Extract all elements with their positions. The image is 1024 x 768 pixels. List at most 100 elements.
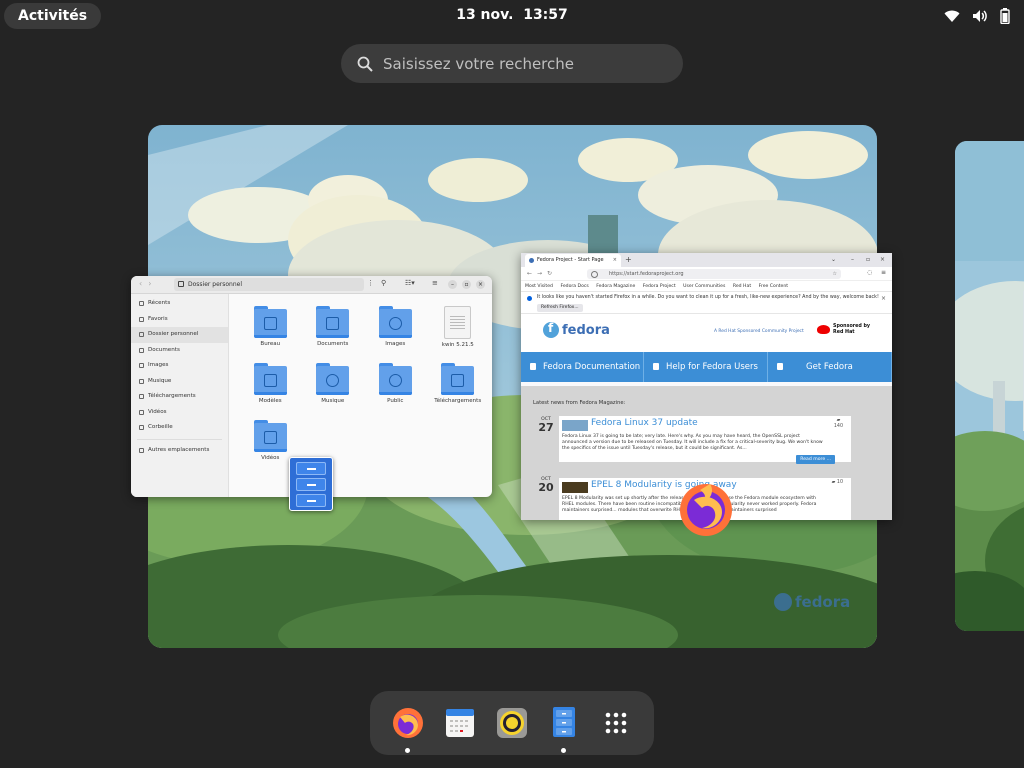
sidebar-item-documents[interactable]: Documents	[131, 343, 228, 359]
comment-icon: ▰	[836, 418, 841, 423]
notice-close-icon[interactable]: ×	[881, 295, 886, 302]
refresh-notice: It looks like you haven't started Firefo…	[521, 292, 892, 314]
system-tray[interactable]	[944, 8, 1010, 24]
bookmark-item[interactable]: Fedora Project	[643, 284, 676, 289]
files-menu-icon[interactable]: ⋮	[367, 279, 374, 287]
file-item[interactable]: Public	[364, 363, 427, 420]
nav-get-fedora[interactable]: Get Fedora	[768, 352, 892, 382]
bookmark-item[interactable]: Fedora Docs	[560, 284, 588, 289]
comment-count: ▰ 10	[831, 480, 843, 485]
redhat-logo[interactable]: Sponsored by Red Hat	[817, 324, 870, 336]
dash-rhythmbox[interactable]	[490, 701, 534, 745]
files-sidebar: Récents Favoris Dossier personnel Docume…	[131, 294, 229, 497]
file-item[interactable]: Modèles	[239, 363, 302, 420]
news-item[interactable]: Fedora Linux 37 update ▰ 140 Fedora Linux…	[559, 416, 851, 464]
navigation-toolbar: ←→↻ https://start.fedoraproject.org ☆ ◌ ≡	[521, 267, 892, 281]
videos-folder-icon	[253, 420, 287, 452]
clock-button[interactable]: 13 nov. 13:57	[456, 7, 568, 23]
close-button[interactable]: ×	[476, 280, 485, 289]
file-item[interactable]: Téléchargements	[427, 363, 490, 420]
browser-tab[interactable]: Fedora Project - Start Page ×	[525, 254, 621, 267]
files-app-icon-drag[interactable]	[289, 457, 333, 511]
app-menu-icon[interactable]: ≡	[881, 269, 886, 276]
music-icon	[139, 378, 144, 384]
files-path-label: Dossier personnel	[188, 281, 243, 288]
dash	[370, 691, 654, 755]
activities-button[interactable]: Activités	[4, 3, 102, 29]
tab-list-icon[interactable]: ⌄	[831, 256, 836, 263]
sidebar-item-other-locations[interactable]: Autres emplacements	[131, 443, 228, 459]
news-title[interactable]: Fedora Linux 37 update	[591, 418, 698, 428]
volume-icon	[973, 10, 987, 22]
close-button[interactable]: ×	[880, 256, 885, 263]
file-item[interactable]: Bureau	[239, 306, 302, 363]
minimize-button[interactable]: –	[448, 280, 457, 289]
app-grid-icon	[605, 712, 627, 734]
sidebar-item-trash[interactable]: Corbeille	[131, 420, 228, 436]
sidebar-item-favorites[interactable]: Favoris	[131, 312, 228, 328]
bookmark-star-icon[interactable]: ☆	[833, 269, 837, 279]
files-pathbar[interactable]: Dossier personnel	[174, 278, 364, 291]
download-icon	[139, 394, 144, 399]
read-more-button[interactable]: Read more ...	[796, 455, 835, 464]
news-thumbnail	[562, 482, 588, 493]
dash-firefox[interactable]	[386, 701, 430, 753]
latest-news-heading: Latest news from Fedora Magazine:	[533, 400, 626, 406]
bookmarks-toolbar: Most Visited Fedora Docs Fedora Magazine…	[521, 281, 892, 292]
files-grid: Bureau Documents Images kwin 5.21.5 Modè…	[239, 306, 489, 477]
bookmark-item[interactable]: Most Visited	[525, 284, 553, 289]
maximize-button[interactable]: ▫	[866, 256, 870, 263]
tab-close-icon[interactable]: ×	[613, 254, 617, 267]
minimize-button[interactable]: –	[851, 256, 854, 263]
bookmark-item[interactable]: Free Content	[759, 284, 788, 289]
bookmark-item[interactable]: Red Hat	[733, 284, 751, 289]
bookmark-item[interactable]: User Communities	[683, 284, 725, 289]
files-view-icon[interactable]: ☷▾	[405, 279, 415, 287]
sidebar-item-images[interactable]: Images	[131, 358, 228, 374]
fedora-logo-icon	[774, 593, 792, 611]
clock-time: 13:57	[523, 7, 568, 23]
firefox-icon	[393, 708, 423, 738]
sidebar-item-downloads[interactable]: Téléchargements	[131, 389, 228, 405]
sidebar-item-videos[interactable]: Vidéos	[131, 405, 228, 421]
files-back-forward[interactable]: ‹›	[139, 279, 157, 288]
trash-icon	[139, 425, 144, 430]
refresh-firefox-button[interactable]: Refresh Firefox...	[537, 304, 583, 312]
sidebar-item-home[interactable]: Dossier personnel	[131, 327, 228, 343]
new-tab-button[interactable]: +	[625, 255, 632, 264]
pocket-icon[interactable]: ◌	[867, 269, 872, 276]
fedora-logo[interactable]: fedora	[543, 321, 610, 338]
dash-files[interactable]	[542, 701, 586, 753]
next-workspace[interactable]	[955, 141, 1024, 631]
running-indicator	[405, 748, 410, 753]
file-item[interactable]: kwin 5.21.5	[427, 306, 490, 363]
dash-calendar[interactable]	[438, 701, 482, 745]
wallpaper-fedora-logo: fedora	[774, 593, 850, 611]
news-date: OCT 27	[538, 417, 554, 434]
downloads-folder-icon	[441, 363, 475, 395]
search-input[interactable]	[383, 54, 683, 73]
url-bar[interactable]: https://start.fedoraproject.org ☆	[587, 269, 841, 279]
bookmark-item[interactable]: Fedora Magazine	[596, 284, 635, 289]
nav-fedora-documentation[interactable]: Fedora Documentation	[521, 352, 644, 382]
nav-help-for-fedora-users[interactable]: Help for Fedora Users	[644, 352, 768, 382]
video-icon	[139, 409, 144, 415]
files-search-icon[interactable]: ⚲	[381, 279, 386, 287]
documents-folder-icon	[316, 306, 350, 338]
fedora-nav-menu: Fedora Documentation Help for Fedora Use…	[521, 352, 892, 382]
files-options-icon[interactable]: ≡	[432, 279, 438, 287]
sidebar-item-music[interactable]: Musique	[131, 374, 228, 390]
maximize-button[interactable]: ▫	[462, 280, 471, 289]
search-bar[interactable]	[341, 44, 683, 83]
home-icon	[139, 332, 144, 337]
news-date: OCT 20	[538, 477, 554, 494]
image-icon	[139, 363, 144, 368]
firefox-icon-drag[interactable]	[676, 478, 736, 538]
dash-app-grid[interactable]	[594, 701, 638, 745]
sidebar-item-recents[interactable]: Récents	[131, 296, 228, 312]
file-item[interactable]: Images	[364, 306, 427, 363]
file-item[interactable]: Documents	[302, 306, 365, 363]
file-item[interactable]: Musique	[302, 363, 365, 420]
back-forward-reload[interactable]: ←→↻	[527, 270, 557, 277]
clock-icon	[139, 301, 144, 306]
